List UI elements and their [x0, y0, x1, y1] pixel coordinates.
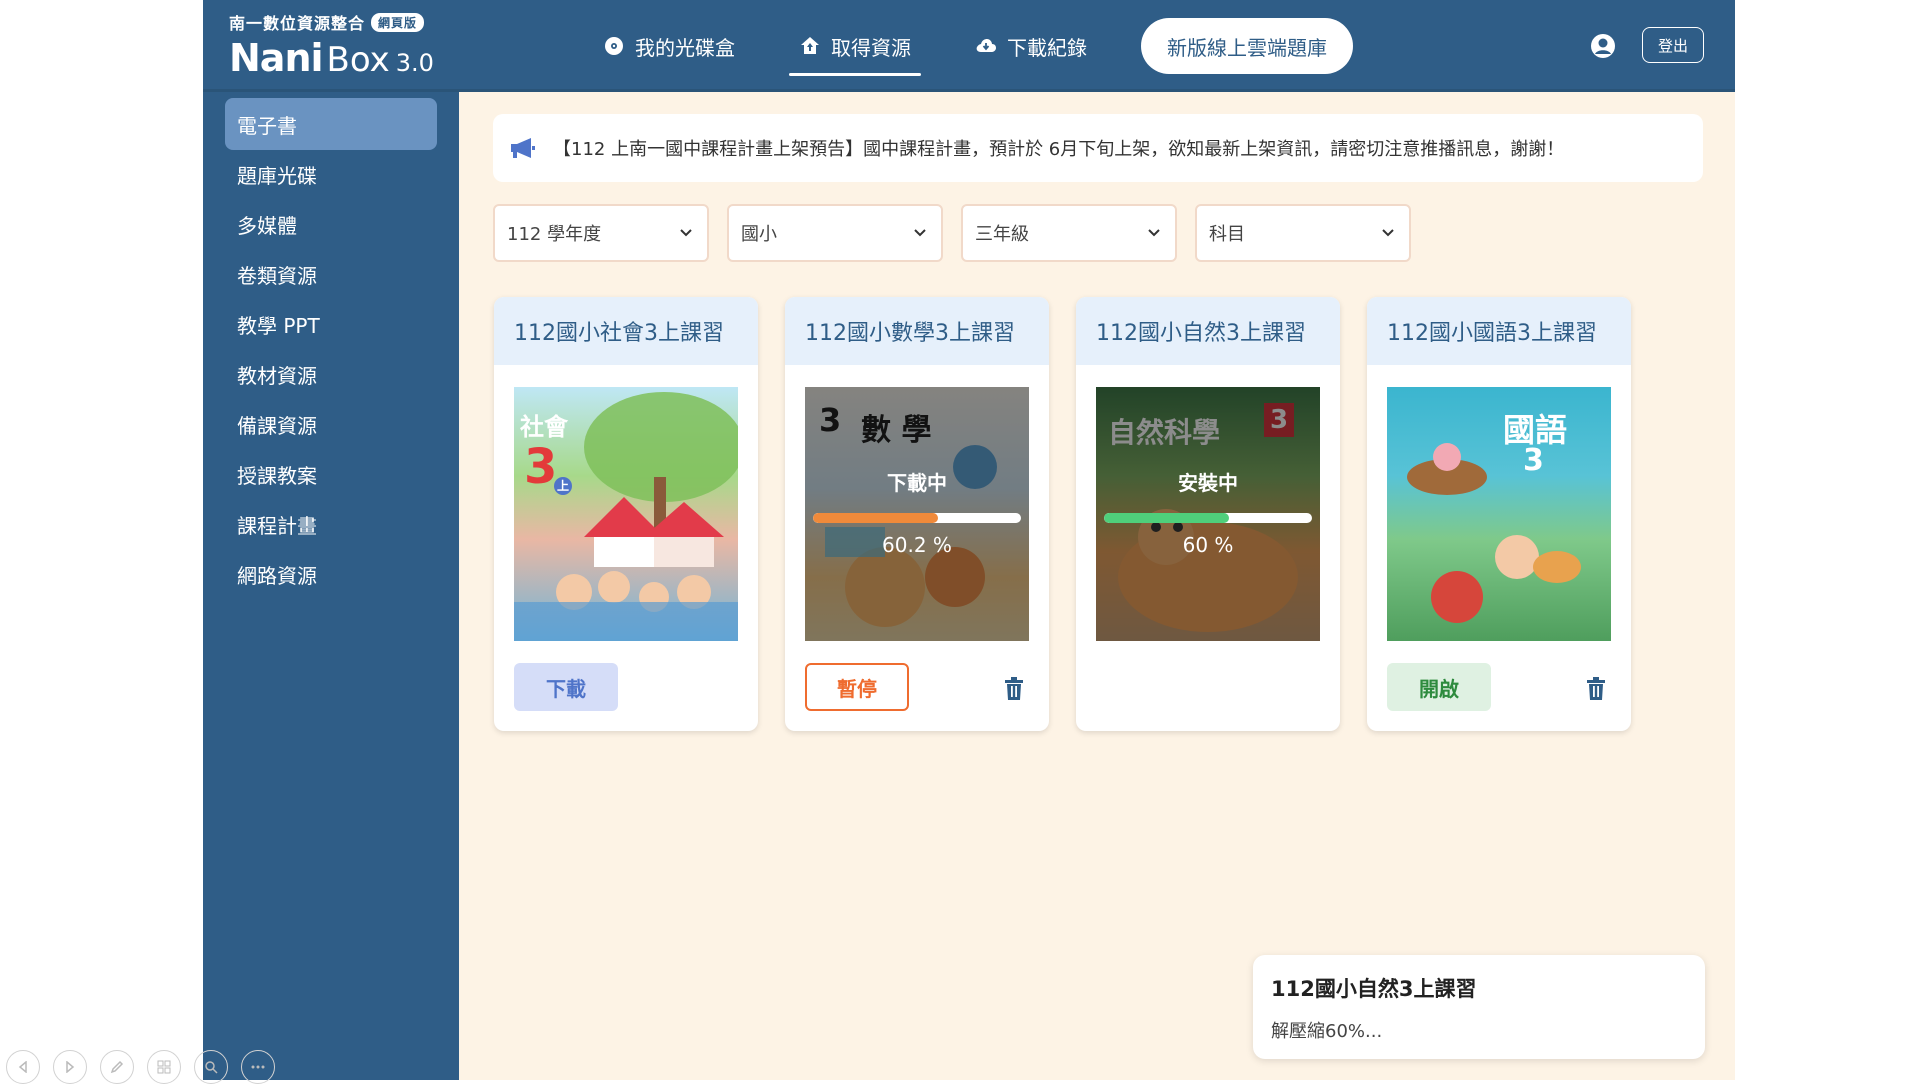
cover-number: 3 — [524, 439, 558, 495]
chevron-down-icon — [680, 229, 692, 237]
book-cover: 社會 3 上 — [514, 387, 738, 641]
user-icon[interactable] — [1590, 33, 1616, 59]
book-title: 112國小社會3上課習 — [494, 297, 758, 365]
cloud-question-bank-button[interactable]: 新版線上雲端題庫 — [1141, 18, 1353, 74]
sidebar-item-question-bank[interactable]: 題庫光碟 — [225, 148, 437, 200]
brand-logo: 南一數位資源整合 網頁版 Nani Box 3.0 — [229, 10, 434, 80]
download-button[interactable]: 下載 — [514, 663, 618, 711]
sidebar-item-lesson-plans[interactable]: 授課教案 — [225, 448, 437, 500]
cover-title: 社會 — [520, 413, 568, 441]
filter-level-select[interactable]: 國小 — [727, 204, 943, 262]
progress-percent: 60 % — [1182, 533, 1234, 557]
disc-icon — [603, 35, 625, 57]
sidebar-item-course-plans[interactable]: 課程計畫 — [225, 498, 437, 550]
sidebar: 電子書 題庫光碟 多媒體 卷類資源 教學 PPT 教材資源 備課資源 授課教案 … — [203, 92, 459, 1080]
nav-get-resources[interactable]: 取得資源 — [789, 18, 921, 76]
select-value: 112 學年度 — [507, 224, 602, 245]
book-card: 112國小國語3上課習 國語 3 開啟 — [1367, 297, 1631, 731]
trash-icon[interactable] — [1586, 677, 1606, 701]
sidebar-item-ebook[interactable]: 電子書 — [225, 98, 437, 150]
book-title: 112國小自然3上課習 — [1076, 297, 1340, 365]
progress-bar — [1104, 513, 1312, 523]
trash-icon[interactable] — [1004, 677, 1024, 701]
select-value: 國小 — [741, 224, 777, 245]
cover-illustration — [1407, 443, 1581, 623]
cover-number: 3 — [1523, 443, 1544, 478]
progress-toast: 112國小自然3上課習 解壓縮60%... — [1253, 955, 1705, 1059]
brand-badge: 網頁版 — [371, 12, 425, 32]
book-cover: 自然科學 3 安裝中 60 % — [1096, 387, 1320, 641]
cover-term: 上 — [554, 477, 572, 495]
sidebar-item-ppt[interactable]: 教學 PPT — [225, 298, 437, 350]
nav-download-history[interactable]: 下載紀錄 — [965, 18, 1097, 74]
brand-name: Nani — [229, 36, 324, 80]
sidebar-item-lesson-prep[interactable]: 備課資源 — [225, 398, 437, 450]
chevron-down-icon — [1382, 229, 1394, 237]
megaphone-icon — [509, 134, 537, 162]
sidebar-item-materials[interactable]: 教材資源 — [225, 348, 437, 400]
filter-subject-select[interactable]: 科目 — [1195, 204, 1411, 262]
book-title: 112國小數學3上課習 — [785, 297, 1049, 365]
previous-icon[interactable] — [6, 1050, 40, 1084]
book-card: 112國小社會3上課習 社會 3 上 下載 — [494, 297, 758, 731]
select-value: 科目 — [1209, 224, 1245, 245]
chevron-down-icon — [914, 229, 926, 237]
sidebar-item-exam-papers[interactable]: 卷類資源 — [225, 248, 437, 300]
next-icon[interactable] — [53, 1050, 87, 1084]
sidebar-item-multimedia[interactable]: 多媒體 — [225, 198, 437, 250]
open-button[interactable]: 開啟 — [1387, 663, 1491, 711]
announcement-text: 【112 上南一國中課程計畫上架預告】國中課程計畫，預計於 6月下旬上架，欲知最… — [553, 139, 1565, 160]
select-value: 三年級 — [975, 224, 1029, 245]
nav-label: 下載紀錄 — [1007, 35, 1087, 60]
presentation-toolbar — [6, 1050, 288, 1084]
app-window: 南一數位資源整合 網頁版 Nani Box 3.0 我的光碟盒 取得資源 下載紀… — [203, 0, 1735, 1080]
pen-icon[interactable] — [100, 1050, 134, 1084]
announcement-bar: 【112 上南一國中課程計畫上架預告】國中課程計畫，預計於 6月下旬上架，欲知最… — [493, 114, 1703, 182]
brand-subtitle: 南一數位資源整合 — [229, 14, 366, 33]
progress-overlay: 安裝中 60 % — [1096, 387, 1320, 641]
zoom-icon[interactable] — [194, 1050, 228, 1084]
brand-box: Box — [326, 40, 390, 80]
book-card: 112國小數學3上課習 3 數 學 下載中 60.2 % 暫停 — [785, 297, 1049, 731]
slides-icon[interactable] — [147, 1050, 181, 1084]
progress-fill — [813, 513, 939, 523]
nav-label: 我的光碟盒 — [635, 35, 735, 60]
chevron-down-icon — [1148, 229, 1160, 237]
more-icon[interactable] — [241, 1050, 275, 1084]
sidebar-item-web-resources[interactable]: 網路資源 — [225, 548, 437, 600]
home-upload-icon — [799, 35, 821, 57]
logout-button[interactable]: 登出 — [1642, 27, 1704, 63]
brand-version: 3.0 — [395, 49, 434, 77]
book-cover: 3 數 學 下載中 60.2 % — [805, 387, 1029, 641]
book-title: 112國小國語3上課習 — [1367, 297, 1631, 365]
filter-grade-select[interactable]: 三年級 — [961, 204, 1177, 262]
toast-title: 112國小自然3上課習 — [1271, 977, 1477, 1001]
pause-button[interactable]: 暫停 — [805, 663, 909, 711]
status-label: 安裝中 — [1178, 471, 1238, 495]
nav-label: 取得資源 — [831, 35, 911, 60]
toast-message: 解壓縮60%... — [1271, 1021, 1383, 1042]
progress-percent: 60.2 % — [882, 533, 952, 557]
progress-fill — [1104, 513, 1229, 523]
progress-overlay: 下載中 60.2 % — [805, 387, 1029, 641]
book-card: 112國小自然3上課習 自然科學 3 安裝中 60 % — [1076, 297, 1340, 731]
book-cover: 國語 3 — [1387, 387, 1611, 641]
progress-bar — [813, 513, 1021, 523]
status-label: 下載中 — [887, 471, 947, 495]
filter-year-select[interactable]: 112 學年度 — [493, 204, 709, 262]
main-nav: 我的光碟盒 取得資源 下載紀錄 新版線上雲端題庫 — [593, 18, 1353, 76]
nav-my-discs[interactable]: 我的光碟盒 — [593, 18, 745, 74]
top-bar: 南一數位資源整合 網頁版 Nani Box 3.0 我的光碟盒 取得資源 下載紀… — [203, 0, 1735, 92]
cloud-download-icon — [975, 35, 997, 57]
